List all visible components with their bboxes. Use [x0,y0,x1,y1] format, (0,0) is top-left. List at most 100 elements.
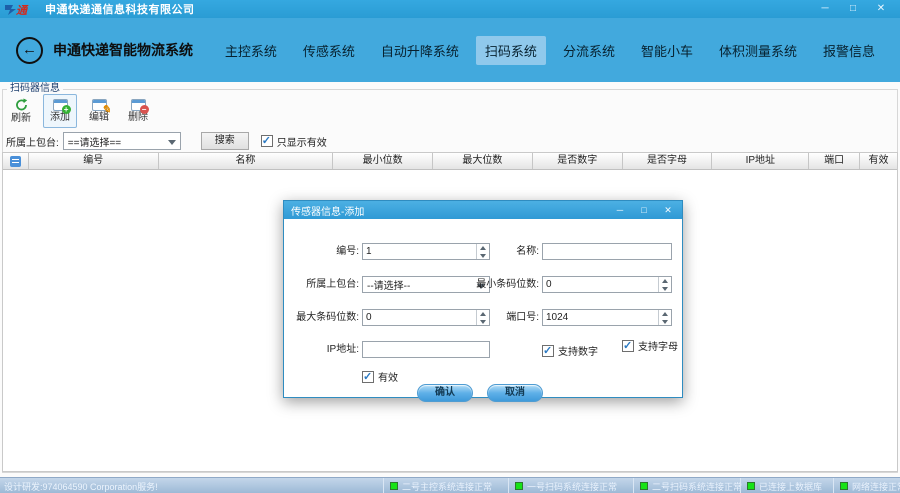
delete-icon: − [131,99,146,111]
status-network: 网络连接正常 [833,478,900,493]
status-led-icon [390,482,398,490]
delete-button[interactable]: − 删除 [121,94,155,128]
copyright-text: 设计研发:974064590 Corporation服务! [4,480,158,493]
nav-item-volume-system[interactable]: 体积测量系统 [710,36,806,65]
refresh-label: 刷新 [11,114,31,124]
refresh-icon [14,98,29,112]
port-spinner-icons[interactable] [658,310,671,325]
id-label: 编号: [284,243,359,260]
nav-item-smart-cart[interactable]: 智能小车 [632,36,702,65]
back-button[interactable]: ← [16,37,43,64]
dialog-controls: ─ □ ✕ [614,202,682,218]
refresh-button[interactable]: 刷新 [4,94,38,128]
edit-icon: ✎ [92,99,107,111]
valid-checkbox-wrap[interactable]: 有效 [362,369,398,384]
company-logo-icon: 通 [4,3,40,16]
back-arrow-icon: ← [22,42,37,57]
filter-bar: 所属上包台: ==请选择== 搜索 只显示有效 [6,131,327,151]
support-letter-label: 支持字母 [638,338,678,353]
max-digits-input[interactable] [363,310,476,325]
min-digits-stepper[interactable] [542,276,672,293]
dialog-title: 传感器信息-添加 [284,203,364,218]
maximize-button[interactable]: □ [846,1,860,17]
nav-item-sensor-system[interactable]: 传感系统 [294,36,364,65]
nav-item-alarm-info[interactable]: 报警信息 [814,36,884,65]
dialog-titlebar[interactable]: 传感器信息-添加 ─ □ ✕ [284,201,682,219]
station-select-value: --请选择-- [367,277,410,292]
station-label: 所属上包台: [284,276,359,293]
col-header-max-digits[interactable]: 最大位数 [433,153,533,169]
col-header-valid[interactable]: 有效 [860,153,897,169]
chevron-down-icon [168,140,176,145]
add-label: 添加 [50,113,70,123]
min-digits-input[interactable] [543,277,658,292]
nav-item-master-system[interactable]: 主控系统 [216,36,286,65]
nav-item-sorting-system[interactable]: 分流系统 [554,36,624,65]
support-letter-checkbox[interactable] [622,340,634,352]
ip-label: IP地址: [284,341,359,358]
table-corner-cell[interactable] [3,153,29,169]
col-header-is-numeric[interactable]: 是否数字 [533,153,623,169]
station-filter-select[interactable]: ==请选择== [63,132,181,150]
col-header-name[interactable]: 名称 [159,153,334,169]
valid-label: 有效 [378,369,398,384]
navbar: ← 申通快递智能物流系统 主控系统 传感系统 自动升降系统 扫码系统 分流系统 … [0,18,900,82]
window-title: 申通快递通信息科技有限公司 [45,1,195,17]
dialog-close-button[interactable]: ✕ [662,202,674,218]
support-letter-checkbox-wrap[interactable]: 支持字母 [622,338,678,353]
port-label: 端口号: [464,309,539,326]
confirm-button[interactable]: 确认 [417,384,473,402]
app-window: 通 申通快递通信息科技有限公司 ─ □ ✕ ← 申通快递智能物流系统 主控系统 … [0,0,900,493]
support-digit-checkbox-wrap[interactable]: 支持数字 [542,343,598,358]
dialog-minimize-button[interactable]: ─ [614,202,626,218]
statusbar: 设计研发:974064590 Corporation服务! 二号主控系统连接正常… [0,477,900,493]
col-header-port[interactable]: 端口 [809,153,860,169]
support-digit-label: 支持数字 [558,343,598,358]
col-header-is-alpha[interactable]: 是否字母 [623,153,713,169]
minimize-button[interactable]: ─ [818,1,832,17]
station-filter-value: ==请选择== [68,134,121,149]
status-database: 已连接上数据库 [740,478,822,493]
max-digits-label: 最大条码位数: [284,309,359,326]
nav-item-scan-system[interactable]: 扫码系统 [476,36,546,65]
add-scanner-dialog: 传感器信息-添加 ─ □ ✕ 编号: 名称: 所属上包台: --请选择-- 最小… [283,200,683,398]
col-header-min-digits[interactable]: 最小位数 [333,153,433,169]
add-icon: + [53,99,68,111]
add-button[interactable]: + 添加 [43,94,77,128]
min-digits-label: 最小条码位数: [464,276,539,293]
show-valid-checkbox-wrap[interactable]: 只显示有效 [261,134,327,149]
page-title: 申通快递智能物流系统 [53,40,193,60]
min-digits-spinner-icons[interactable] [658,277,671,292]
status-scanner1: 一号扫码系统连接正常 [508,478,617,493]
col-header-id[interactable]: 编号 [29,153,159,169]
window-controls: ─ □ ✕ [818,1,896,17]
status-scanner2: 二号扫码系统连接正常 [633,478,742,493]
table-header-row: 编号 名称 最小位数 最大位数 是否数字 是否字母 IP地址 端口 有效 [3,153,897,170]
delete-label: 删除 [128,113,148,123]
name-input[interactable] [542,243,672,260]
titlebar: 通 申通快递通信息科技有限公司 ─ □ ✕ [0,0,900,18]
support-digit-checkbox[interactable] [542,345,554,357]
main-nav: 主控系统 传感系统 自动升降系统 扫码系统 分流系统 智能小车 体积测量系统 报… [216,36,900,65]
ip-input[interactable] [362,341,490,358]
edit-button[interactable]: ✎ 编辑 [82,94,116,128]
status-led-icon [747,482,755,490]
show-valid-checkbox[interactable] [261,135,273,147]
port-input[interactable] [543,310,658,325]
status-master2: 二号主控系统连接正常 [383,478,492,493]
col-header-ip[interactable]: IP地址 [712,153,809,169]
port-stepper[interactable] [542,309,672,326]
valid-checkbox[interactable] [362,371,374,383]
status-led-icon [640,482,648,490]
search-button[interactable]: 搜索 [201,132,249,150]
show-valid-label: 只显示有效 [277,134,327,149]
status-led-icon [840,482,848,490]
cancel-button[interactable]: 取消 [487,384,543,402]
station-filter-label: 所属上包台: [6,134,59,149]
close-button[interactable]: ✕ [874,1,888,17]
dialog-maximize-button[interactable]: □ [638,202,650,218]
svg-text:通: 通 [16,4,29,16]
status-led-icon [515,482,523,490]
id-input[interactable] [363,244,476,259]
nav-item-lift-system[interactable]: 自动升降系统 [372,36,468,65]
